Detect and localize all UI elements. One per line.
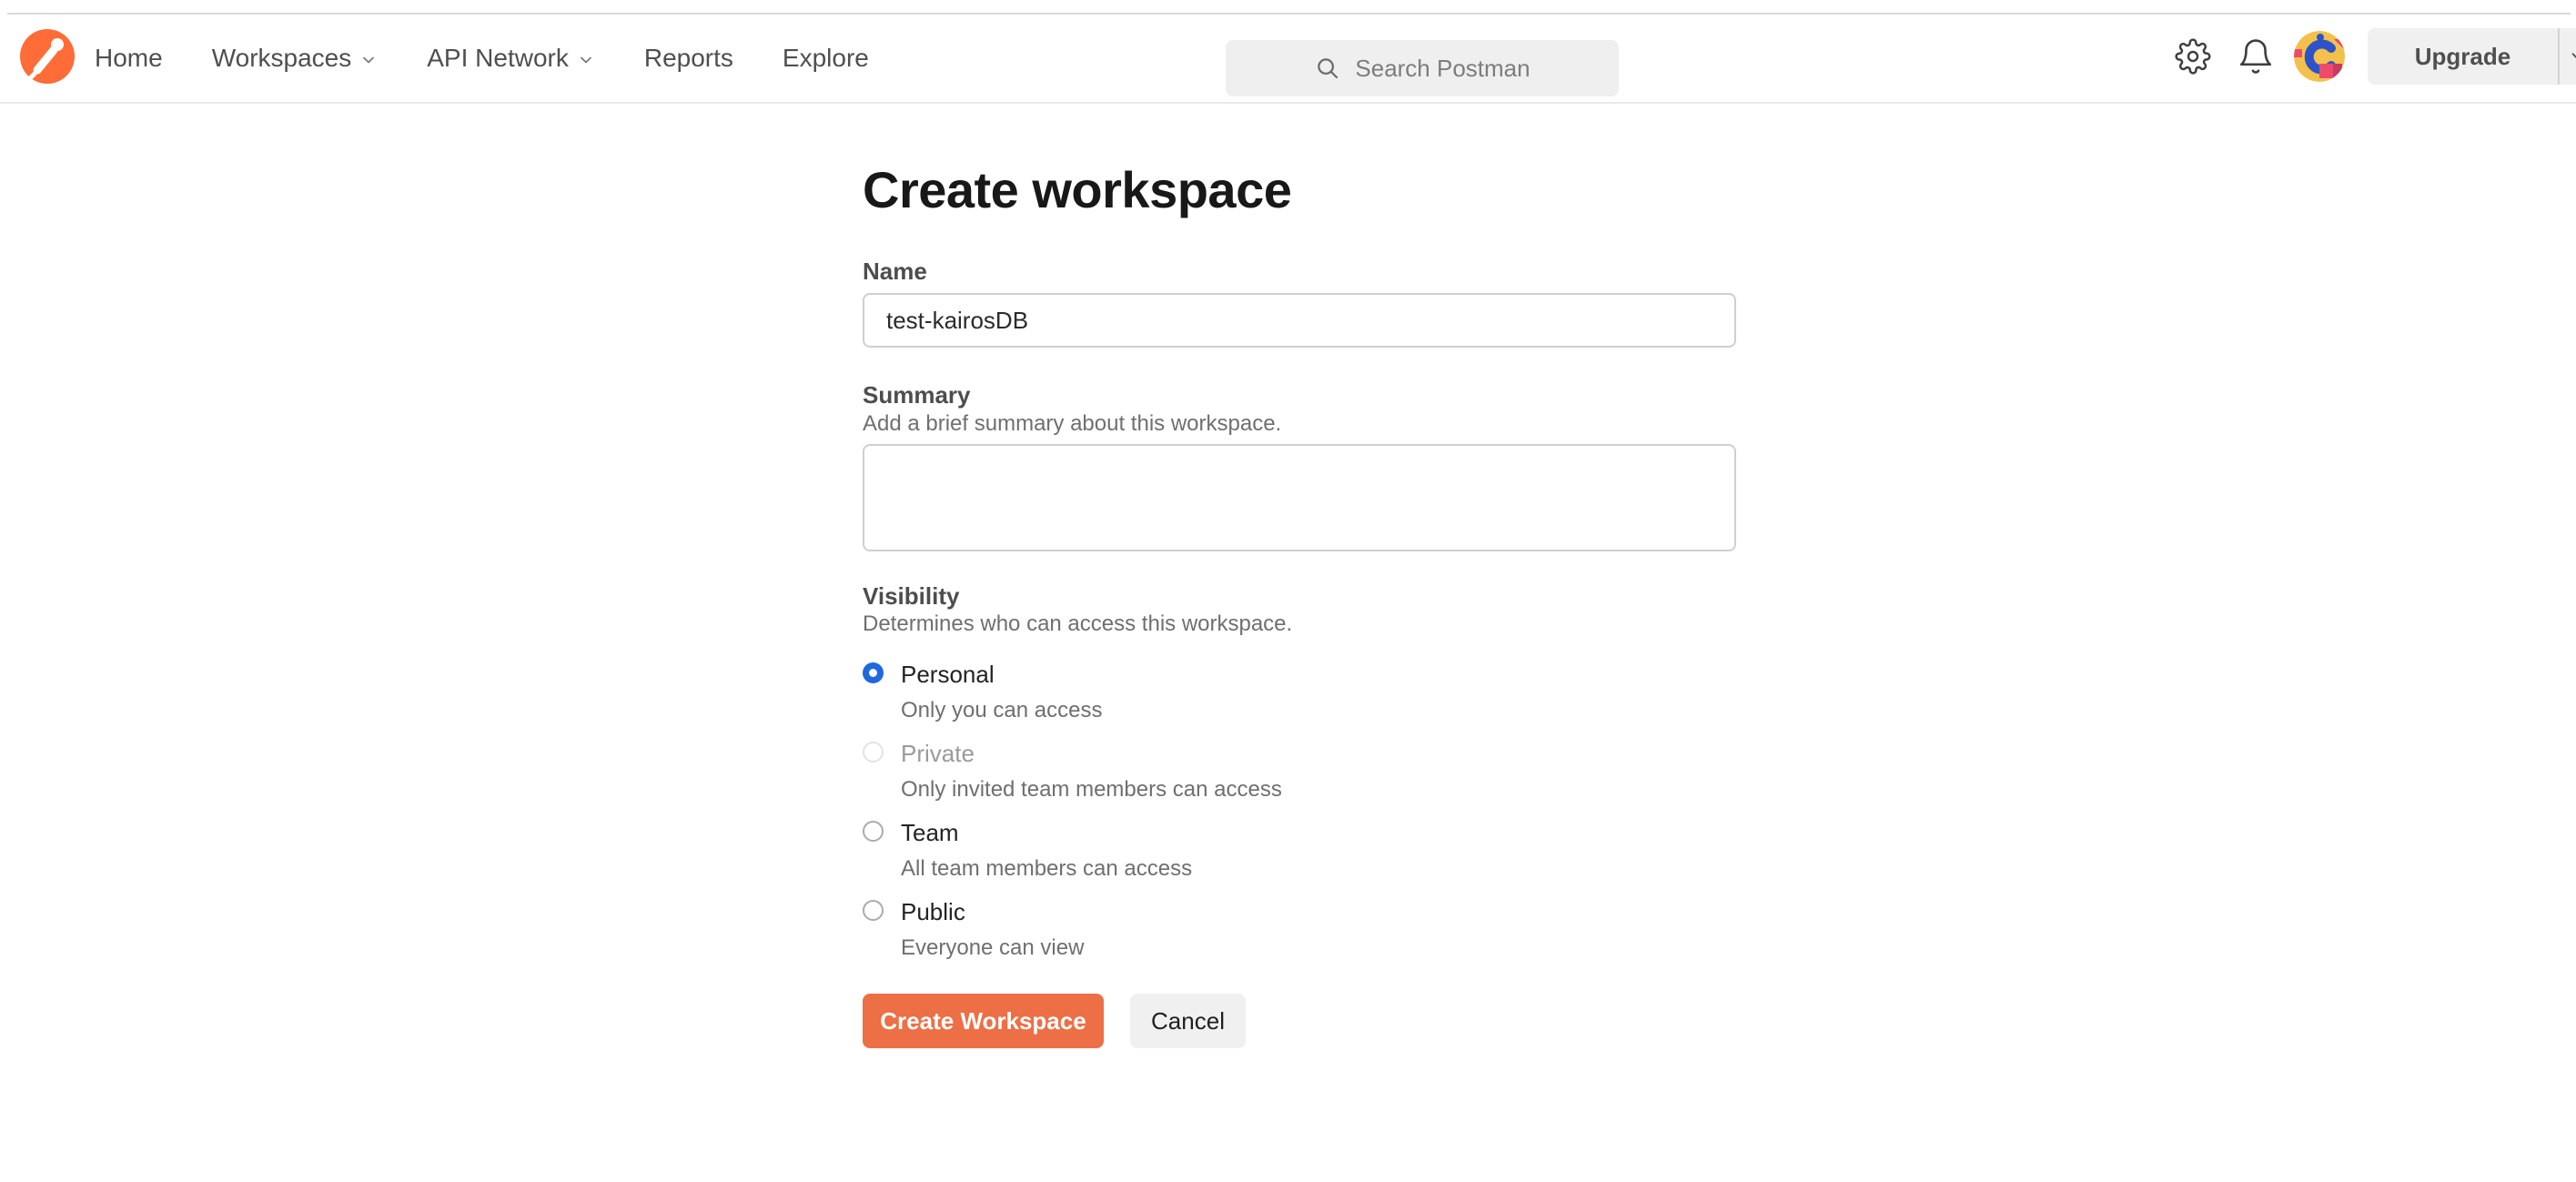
nav-item-label: Workspaces	[211, 44, 352, 72]
nav-item-api-network[interactable]: API Network	[427, 44, 595, 73]
radio-public[interactable]	[863, 900, 884, 921]
radio-private-description: Only invited team members can access	[901, 777, 1282, 802]
nav-item-workspaces[interactable]: Workspaces	[212, 44, 379, 73]
workspace-summary-textarea[interactable]	[863, 444, 1736, 551]
nav-item-home[interactable]: Home	[95, 44, 163, 73]
radio-team-label[interactable]: Team	[901, 819, 959, 847]
visibility-section-help: Determines who can access this workspace…	[863, 611, 1293, 636]
nav-item-explore[interactable]: Explore	[783, 44, 869, 73]
notifications-bell-icon[interactable]	[2230, 31, 2281, 82]
search-icon	[1318, 58, 1339, 79]
summary-field-label: Summary	[863, 381, 971, 409]
chevron-down-icon	[363, 56, 375, 63]
visibility-section-label: Visibility	[863, 582, 960, 610]
search-placeholder: Search Postman	[1355, 54, 1530, 82]
radio-private[interactable]	[863, 742, 884, 763]
settings-gear-icon[interactable]	[2167, 31, 2218, 82]
top-navigation-bar: Home Workspaces API Network Reports Expl…	[0, 0, 2576, 104]
user-avatar[interactable]	[2294, 31, 2345, 82]
radio-private-label[interactable]: Private	[901, 740, 975, 768]
main-nav: Home Workspaces API Network Reports Expl…	[95, 15, 869, 102]
nav-item-label: Home	[95, 44, 163, 72]
radio-public-description: Everyone can view	[901, 935, 1085, 960]
create-workspace-button-label: Create Workspace	[880, 1006, 1086, 1035]
create-workspace-button[interactable]: Create Workspace	[863, 994, 1104, 1048]
upgrade-split-button: Upgrade	[2368, 28, 2576, 85]
name-field-label: Name	[863, 258, 927, 285]
upgrade-label: Upgrade	[2414, 42, 2511, 70]
workspace-name-input[interactable]	[863, 293, 1736, 348]
nav-item-reports[interactable]: Reports	[644, 44, 733, 73]
nav-item-label: API Network	[427, 44, 569, 72]
postman-logo-icon[interactable]	[20, 29, 75, 84]
radio-team[interactable]	[863, 821, 884, 842]
upgrade-button[interactable]: Upgrade	[2368, 28, 2558, 85]
radio-personal-label[interactable]: Personal	[901, 661, 995, 689]
nav-item-label: Explore	[782, 44, 869, 72]
global-search-input[interactable]: Search Postman	[1226, 40, 1619, 96]
upgrade-caret-button[interactable]	[2560, 28, 2576, 85]
chevron-down-icon	[2571, 53, 2576, 59]
summary-field-help: Add a brief summary about this workspace…	[863, 411, 1282, 436]
radio-public-label[interactable]: Public	[901, 898, 965, 926]
radio-personal[interactable]	[863, 662, 884, 683]
page-title: Create workspace	[863, 161, 1292, 218]
nav-item-label: Reports	[643, 44, 733, 72]
radio-personal-description: Only you can access	[901, 698, 1103, 722]
cancel-button[interactable]: Cancel	[1130, 994, 1246, 1048]
cancel-button-label: Cancel	[1151, 1006, 1225, 1035]
chevron-down-icon	[581, 56, 591, 63]
radio-team-description: All team members can access	[901, 856, 1193, 881]
